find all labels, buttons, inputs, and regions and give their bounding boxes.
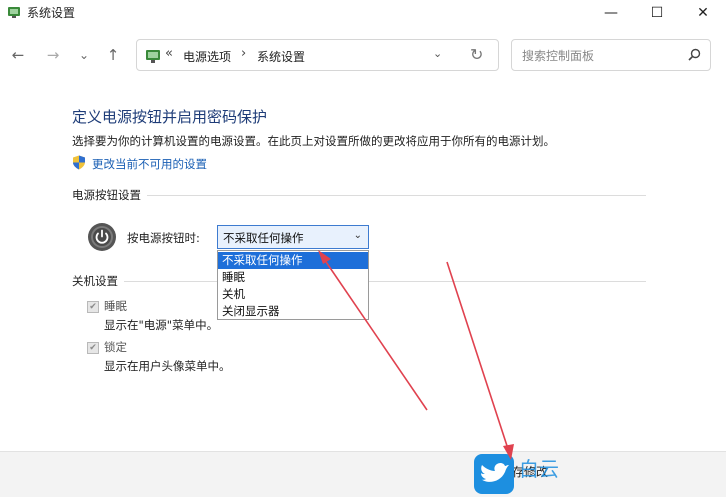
breadcrumb-system-settings[interactable]: 系统设置	[257, 48, 305, 65]
section-divider	[369, 281, 646, 282]
maximize-button[interactable]: ☐	[634, 0, 680, 26]
chevron-down-icon[interactable]: ⌄	[354, 230, 362, 241]
power-button-section-heading: 电源按钮设置	[72, 187, 147, 203]
footer-bar	[0, 451, 726, 497]
control-panel-icon	[8, 7, 20, 18]
window-title: 系统设置	[27, 6, 76, 20]
shutdown-section-heading: 关机设置	[72, 273, 124, 289]
power-icon	[88, 223, 116, 251]
forward-arrow-icon[interactable]: →	[42, 44, 64, 66]
recent-locations-icon[interactable]: ⌄	[73, 44, 95, 66]
address-overflow-chevron[interactable]: «	[165, 46, 173, 61]
sleep-checkbox-label: 睡眠	[104, 299, 127, 313]
breadcrumb-power-options[interactable]: 电源选项	[183, 48, 231, 65]
watermark-logo-icon: 白云	[474, 454, 559, 494]
refresh-icon[interactable]: ↻	[470, 45, 483, 64]
address-bar[interactable]: « 电源选项 › 系统设置 ⌄ ↻	[136, 39, 499, 71]
lock-checkbox-label: 锁定	[104, 340, 127, 354]
lock-checkbox-description: 显示在用户头像菜单中。	[104, 359, 231, 373]
uac-shield-icon	[73, 155, 85, 170]
control-panel-icon	[146, 50, 160, 63]
power-button-press-label: 按电源按钮时:	[127, 231, 200, 245]
up-arrow-icon[interactable]: ↑	[102, 44, 124, 66]
page-description: 选择要为你的计算机设置的电源设置。在此页上对设置所做的更改将应用于你所有的电源计…	[72, 134, 555, 148]
breadcrumb-separator[interactable]: ›	[241, 46, 246, 61]
minimize-button[interactable]: —	[588, 0, 634, 26]
sleep-checkbox[interactable]: ✔	[87, 301, 99, 313]
close-button[interactable]: ✕	[680, 0, 726, 26]
title-bar: 系统设置 — ☐ ✕	[0, 0, 726, 26]
option-sleep[interactable]: 睡眠	[218, 269, 368, 286]
watermark-text: 白云	[519, 457, 559, 481]
page-title: 定义电源按钮并启用密码保护	[72, 108, 268, 126]
selected-action-value: 不采取任何操作	[223, 231, 304, 245]
option-turn-off-display[interactable]: 关闭显示器	[218, 303, 368, 320]
annotation-arrow-line	[446, 261, 510, 453]
search-box[interactable]	[511, 39, 711, 71]
power-button-action-select[interactable]: 不采取任何操作 ⌄	[217, 225, 369, 249]
change-unavailable-settings-link[interactable]: 更改当前不可用的设置	[92, 156, 207, 172]
lock-checkbox[interactable]: ✔	[87, 342, 99, 354]
back-arrow-icon[interactable]: ←	[7, 44, 29, 66]
search-icon[interactable]	[686, 47, 702, 63]
chevron-down-icon[interactable]: ⌄	[433, 47, 442, 60]
option-do-nothing[interactable]: 不采取任何操作	[218, 252, 368, 269]
option-shut-down[interactable]: 关机	[218, 286, 368, 303]
navigation-bar: ← → ⌄ ↑ « 电源选项 › 系统设置 ⌄ ↻	[0, 34, 726, 76]
search-input[interactable]	[520, 46, 684, 66]
power-action-dropdown-list: 不采取任何操作 睡眠 关机 关闭显示器	[217, 250, 369, 320]
sleep-checkbox-description: 显示在"电源"菜单中。	[104, 318, 219, 332]
section-divider	[72, 195, 646, 196]
